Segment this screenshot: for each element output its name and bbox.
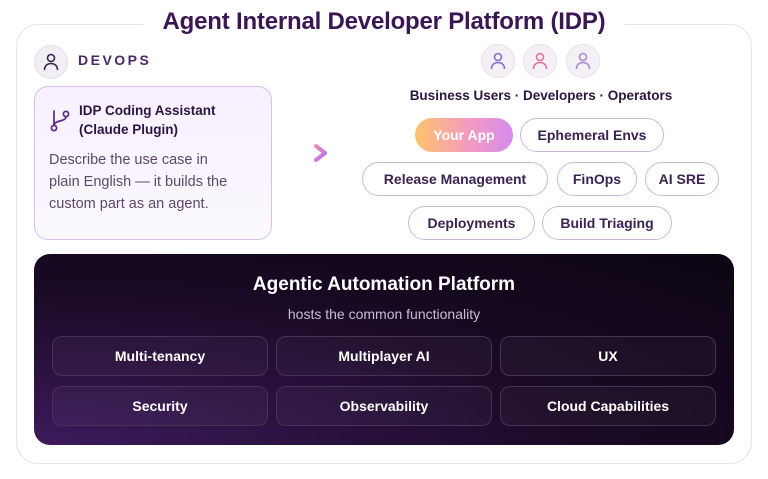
platform-tile-multi-tenancy: Multi-tenancy — [52, 336, 268, 376]
platform-tile-security: Security — [52, 386, 268, 426]
user-avatar-business — [481, 44, 515, 78]
git-branch-icon — [50, 110, 70, 132]
devops-label: DEVOPS — [78, 52, 152, 68]
user-avatar-operator — [566, 44, 600, 78]
page-title: Agent Internal Developer Platform (IDP) — [0, 8, 768, 36]
platform-subtitle: hosts the common functionality — [287, 306, 481, 322]
platform-tile-observability: Observability — [276, 386, 492, 426]
app-pill-build-triaging: Build Triaging — [542, 206, 672, 240]
assistant-title: IDP Coding Assistant (Claude Plugin) — [79, 103, 216, 137]
platform-title: Agentic Automation Platform — [252, 274, 516, 295]
agentic-automation-platform: Agentic Automation Platform hosts the co… — [34, 254, 734, 445]
app-pill-ai-sre: AI SRE — [645, 162, 719, 196]
assistant-description: Describe the use case in plain English —… — [49, 152, 228, 212]
app-pill-release-management: Release Management — [362, 162, 548, 196]
platform-tile-cloud-capabilities: Cloud Capabilities — [500, 386, 716, 426]
person-icon — [43, 53, 59, 71]
app-pill-finops: FinOps — [557, 162, 637, 196]
app-pill-ephemeral-envs: Ephemeral Envs — [520, 118, 664, 152]
devops-avatar — [34, 45, 68, 79]
diagram-canvas: Agent Internal Developer Platform (IDP) … — [0, 0, 768, 479]
app-pill-deployments: Deployments — [408, 206, 535, 240]
person-icon — [490, 52, 506, 70]
chevron-right-icon — [314, 144, 327, 162]
app-pill-your-app: Your App — [415, 118, 513, 152]
person-icon — [532, 52, 548, 70]
coding-assistant-card: IDP Coding Assistant (Claude Plugin) Des… — [34, 86, 272, 240]
platform-tile-ux: UX — [500, 336, 716, 376]
users-caption: Business Users · Developers · Operators — [409, 88, 673, 103]
person-icon — [575, 52, 591, 70]
user-avatar-developer — [523, 44, 557, 78]
platform-tile-multiplayer-ai: Multiplayer AI — [276, 336, 492, 376]
